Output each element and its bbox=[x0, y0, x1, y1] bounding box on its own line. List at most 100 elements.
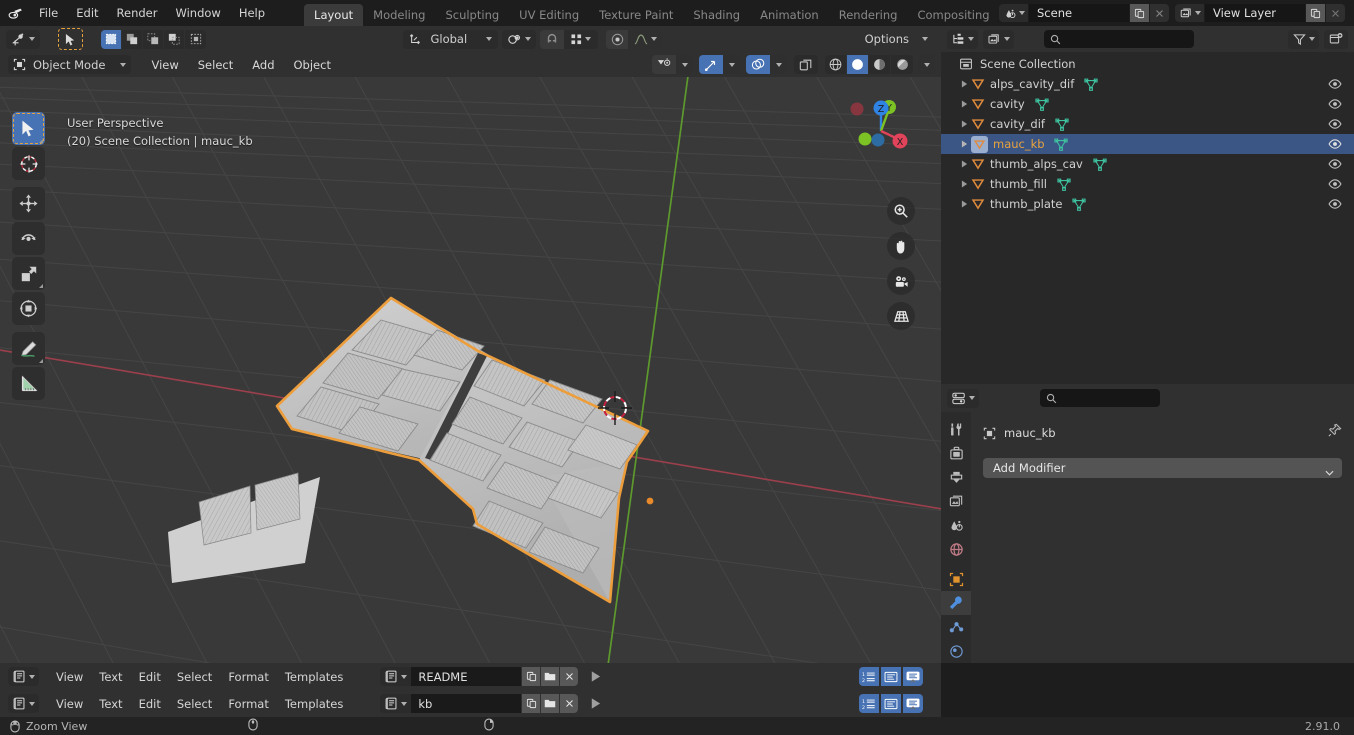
text1-menu-format[interactable]: Format bbox=[221, 667, 276, 687]
outliner-item-thumb-plate[interactable]: thumb_plate bbox=[941, 194, 1354, 214]
mesh-data-icon[interactable] bbox=[1053, 138, 1068, 151]
mesh-data-icon[interactable] bbox=[1055, 118, 1069, 131]
text2-new-text-icon[interactable] bbox=[521, 694, 541, 713]
physics-tab[interactable] bbox=[941, 639, 971, 663]
outliner-display-mode-dropdown[interactable] bbox=[983, 29, 1014, 49]
visibility-eye-icon[interactable] bbox=[1328, 117, 1342, 134]
mesh-data-icon[interactable] bbox=[1084, 78, 1098, 91]
text1-word-wrap-icon[interactable] bbox=[881, 667, 901, 686]
menu-file[interactable]: File bbox=[30, 3, 67, 23]
transform-tool[interactable] bbox=[12, 292, 45, 325]
properties-search-input[interactable] bbox=[1040, 389, 1160, 407]
visibility-eye-icon[interactable] bbox=[1328, 177, 1342, 194]
text2-menu-templates[interactable]: Templates bbox=[278, 694, 350, 714]
outliner-item-thumb-fill[interactable]: thumb_fill bbox=[941, 174, 1354, 194]
viewport-menu-object[interactable]: Object bbox=[286, 55, 339, 75]
add-modifier-button[interactable]: Add Modifier bbox=[983, 458, 1342, 478]
pin-icon[interactable] bbox=[1328, 423, 1342, 440]
world-tab[interactable] bbox=[941, 538, 971, 562]
text1-datablock-name[interactable]: README bbox=[411, 667, 522, 686]
select-extend-icon[interactable] bbox=[122, 29, 143, 49]
outliner-item-cavity[interactable]: cavity bbox=[941, 94, 1354, 114]
modifier-tab[interactable] bbox=[941, 591, 971, 616]
overlays-dropdown[interactable] bbox=[770, 55, 787, 74]
view-layer-unlink-button[interactable] bbox=[1325, 4, 1345, 22]
show-overlays-icon[interactable] bbox=[746, 55, 770, 74]
text2-folder-icon[interactable] bbox=[540, 694, 560, 713]
camera-icon[interactable] bbox=[887, 267, 915, 295]
text1-menu-view[interactable]: View bbox=[49, 667, 90, 687]
menu-edit[interactable]: Edit bbox=[67, 3, 107, 23]
select-subtract-icon[interactable] bbox=[143, 29, 164, 49]
outliner-item-mauc-kb[interactable]: mauc_kb bbox=[941, 134, 1354, 154]
gizmo-dropdown[interactable] bbox=[723, 55, 740, 74]
outliner-item-cavity-dif[interactable]: cavity_dif bbox=[941, 114, 1354, 134]
view-layer-name[interactable]: View Layer bbox=[1205, 4, 1305, 22]
shading-solid-icon[interactable] bbox=[847, 55, 869, 74]
tab-layout[interactable]: Layout bbox=[304, 4, 364, 26]
shading-rendered-icon[interactable] bbox=[891, 55, 913, 74]
properties-editor-type-dropdown[interactable] bbox=[947, 388, 979, 408]
outliner-filter-dropdown[interactable] bbox=[1288, 29, 1319, 49]
mode-dropdown[interactable]: Object Mode bbox=[8, 55, 132, 74]
text2-menu-text[interactable]: Text bbox=[92, 694, 129, 714]
viewport-3d[interactable]: User Perspective (20) Scene Collection |… bbox=[0, 77, 941, 663]
scene-unlink-button[interactable] bbox=[1149, 4, 1169, 22]
scene-new-button[interactable] bbox=[1129, 4, 1149, 22]
outliner-search-input[interactable] bbox=[1044, 30, 1194, 48]
text1-folder-icon[interactable] bbox=[540, 667, 560, 686]
rotate-tool[interactable] bbox=[12, 222, 45, 255]
snap-target-dropdown[interactable] bbox=[564, 29, 599, 49]
text2-line-numbers-icon[interactable]: 12 bbox=[859, 694, 879, 713]
text1-datablock-browse[interactable] bbox=[380, 667, 412, 686]
mesh-data-icon[interactable] bbox=[1093, 158, 1107, 171]
blender-logo-icon[interactable] bbox=[0, 0, 30, 26]
text1-menu-text[interactable]: Text bbox=[92, 667, 129, 687]
ortho-grid-icon[interactable] bbox=[887, 302, 915, 330]
measure-tool[interactable] bbox=[12, 367, 45, 400]
menu-help[interactable]: Help bbox=[230, 3, 274, 23]
show-gizmo-icon[interactable] bbox=[699, 55, 723, 74]
visibility-eye-icon[interactable] bbox=[1328, 157, 1342, 174]
tab-texture-paint[interactable]: Texture Paint bbox=[589, 4, 683, 26]
scene-name[interactable]: Scene bbox=[1029, 4, 1129, 22]
outliner-scene-collection-row[interactable]: Scene Collection bbox=[941, 54, 1354, 74]
visibility-dropdown[interactable] bbox=[676, 55, 693, 74]
falloff-dropdown[interactable] bbox=[628, 29, 663, 49]
shading-material-preview-icon[interactable] bbox=[869, 55, 891, 74]
magnet-icon[interactable] bbox=[540, 29, 565, 49]
text2-syntax-highlight-icon[interactable] bbox=[903, 694, 923, 713]
tab-compositing[interactable]: Compositing bbox=[907, 4, 999, 26]
disclosure-triangle-icon[interactable] bbox=[957, 100, 971, 108]
text1-menu-edit[interactable]: Edit bbox=[132, 667, 168, 687]
text-editor-2-type-dropdown[interactable] bbox=[8, 694, 39, 713]
disclosure-triangle-icon[interactable] bbox=[957, 80, 971, 88]
text2-word-wrap-icon[interactable] bbox=[881, 694, 901, 713]
shading-dropdown[interactable] bbox=[918, 55, 935, 74]
shading-wireframe-icon[interactable] bbox=[825, 55, 847, 74]
tab-animation[interactable]: Animation bbox=[750, 4, 829, 26]
scene-icon[interactable] bbox=[999, 4, 1029, 22]
disclosure-triangle-icon[interactable] bbox=[957, 140, 971, 148]
viewport-menu-add[interactable]: Add bbox=[244, 55, 282, 75]
navigation-gizmo[interactable]: Y Z X bbox=[837, 85, 919, 167]
move-tool[interactable] bbox=[12, 187, 45, 220]
transform-orientation-dropdown[interactable]: Global bbox=[403, 29, 499, 49]
visibility-eye-icon[interactable] bbox=[1328, 137, 1342, 154]
tab-sculpting[interactable]: Sculpting bbox=[435, 4, 509, 26]
view-layer-new-button[interactable] bbox=[1305, 4, 1325, 22]
options-dropdown[interactable]: Options bbox=[860, 30, 933, 49]
outliner-item-thumb-alps-cav[interactable]: thumb_alps_cav bbox=[941, 154, 1354, 174]
outliner-item-alps-cavity-dif[interactable]: alps_cavity_dif bbox=[941, 74, 1354, 94]
menu-render[interactable]: Render bbox=[108, 3, 167, 23]
mesh-data-icon[interactable] bbox=[1035, 98, 1049, 111]
text1-unlink-icon[interactable] bbox=[559, 667, 579, 686]
text2-menu-edit[interactable]: Edit bbox=[132, 694, 168, 714]
scale-tool[interactable] bbox=[12, 257, 45, 290]
scene-tab[interactable] bbox=[941, 514, 971, 538]
select-intersect-icon[interactable] bbox=[185, 29, 206, 49]
tab-uv-editing[interactable]: UV Editing bbox=[509, 4, 589, 26]
visibility-eye-icon[interactable] bbox=[1328, 197, 1342, 214]
tab-shading[interactable]: Shading bbox=[683, 4, 750, 26]
text-editor-1-type-dropdown[interactable] bbox=[8, 667, 39, 686]
